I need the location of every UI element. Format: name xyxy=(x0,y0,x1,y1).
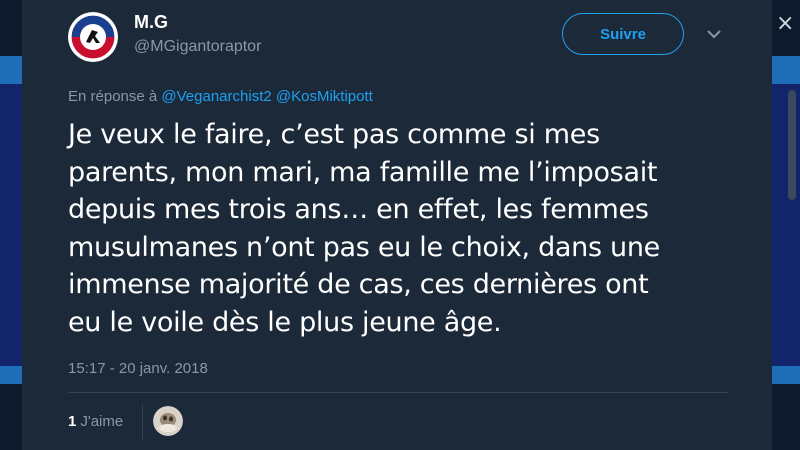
tweet-text: Je veux le faire, c’est pas comme si mes… xyxy=(68,116,728,341)
reply-context: En réponse à @Veganarchist2 @KosMiktipot… xyxy=(68,88,373,105)
avatar[interactable] xyxy=(68,12,118,62)
tweet-text-line: parents, mon mari, ma famille me l’impos… xyxy=(68,156,658,188)
divider xyxy=(68,392,728,393)
tweet-header: M.G @MGigantoraptor Suivre xyxy=(22,0,772,70)
tweet-text-line: eu le voile dès le plus jeune âge. xyxy=(68,306,502,338)
divider xyxy=(142,404,143,440)
backdrop-left xyxy=(0,0,22,450)
backdrop-band xyxy=(0,84,22,384)
liker-avatar[interactable] xyxy=(153,406,183,436)
backdrop-band xyxy=(772,366,800,384)
close-icon[interactable]: × xyxy=(776,6,794,42)
backdrop-band xyxy=(0,366,22,384)
backdrop-band xyxy=(772,56,800,84)
user-handle[interactable]: @MGigantoraptor xyxy=(134,38,261,56)
chevron-down-icon[interactable] xyxy=(706,26,722,42)
reply-prefix: En réponse à xyxy=(68,88,158,105)
mention-link[interactable]: @KosMiktipott xyxy=(276,88,373,105)
chevron-down-icon xyxy=(707,30,721,39)
backdrop-right: × xyxy=(772,0,800,450)
tweet-text-line: immense majorité de cas, ces dernières o… xyxy=(68,269,649,300)
likes-stat[interactable]: 1 J'aime xyxy=(68,413,123,430)
follow-button[interactable]: Suivre xyxy=(562,13,684,55)
like-label: J'aime xyxy=(80,413,124,430)
tweet-text-line: musulmanes n’ont pas eu le choix, dans u… xyxy=(68,231,660,263)
avatar-logo-icon xyxy=(68,12,118,62)
tweet-text-line: depuis mes trois ans… en effet, les femm… xyxy=(68,194,649,225)
tweet-text-line: Je veux le faire, c’est pas comme si mes xyxy=(68,119,600,150)
mention-link[interactable]: @Veganarchist2 xyxy=(161,88,271,105)
tweet-modal: M.G @MGigantoraptor Suivre En réponse à … xyxy=(22,0,772,450)
liker-avatar-image xyxy=(153,406,183,436)
like-count: 1 xyxy=(68,413,77,430)
backdrop-band xyxy=(0,56,22,84)
tweet-timestamp[interactable]: 15:17 - 20 janv. 2018 xyxy=(68,360,208,377)
display-name[interactable]: M.G xyxy=(134,12,168,33)
scrollbar[interactable] xyxy=(788,90,796,200)
